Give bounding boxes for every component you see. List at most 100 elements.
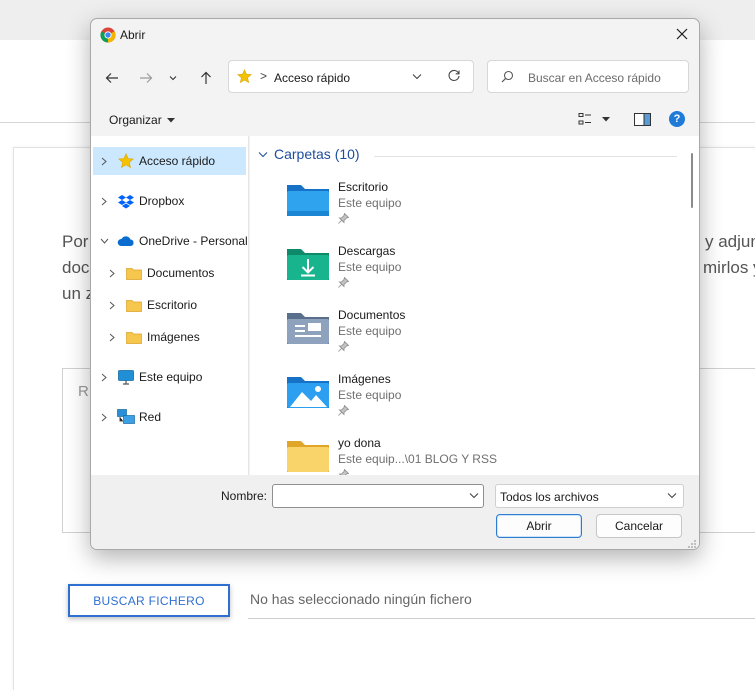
pin-icon — [338, 341, 349, 352]
file-status-underline — [248, 618, 755, 619]
nav-item-onedrive-desktop[interactable]: Escritorio — [105, 291, 197, 319]
dropbox-icon — [117, 193, 135, 209]
view-details-icon — [578, 113, 591, 125]
folder-item-documents[interactable]: Documentos Este equipo — [286, 306, 586, 364]
chevron-down-icon — [258, 151, 268, 157]
nav-item-network[interactable]: Red — [97, 403, 161, 431]
scrollbar-thumb[interactable] — [691, 153, 693, 208]
nav-item-label: Dropbox — [139, 194, 185, 208]
file-type-select[interactable]: Todos los archivos — [495, 484, 684, 508]
chevron-right-icon[interactable] — [97, 413, 111, 422]
chevron-right-icon[interactable] — [105, 269, 119, 278]
star-icon — [237, 69, 252, 84]
folder-icon — [125, 297, 143, 313]
chevron-right-icon[interactable] — [105, 333, 119, 342]
onedrive-icon — [117, 233, 135, 249]
vertical-scrollbar[interactable] — [684, 136, 699, 475]
folder-item-pictures[interactable]: Imágenes Este equipo — [286, 370, 586, 428]
back-button[interactable] — [100, 67, 124, 89]
forward-button[interactable] — [134, 67, 158, 89]
nav-item-onedrive[interactable]: OneDrive - Personal — [97, 227, 248, 255]
pictures-folder-icon — [287, 377, 329, 408]
nav-item-label: Acceso rápido — [139, 154, 216, 168]
folder-location: Este equip...\01 BLOG Y RSS — [338, 452, 497, 466]
search-box[interactable]: Buscar en Acceso rápido — [487, 60, 689, 93]
folder-name: Descargas — [338, 244, 396, 258]
up-button[interactable] — [194, 67, 218, 89]
nav-item-label: Este equipo — [139, 370, 203, 384]
search-icon — [501, 70, 514, 83]
folder-name: yo dona — [338, 436, 381, 450]
pin-icon — [338, 277, 349, 288]
desktop-folder-icon — [287, 185, 329, 216]
chevron-down-icon[interactable] — [97, 238, 111, 244]
folder-location: Este equipo — [338, 260, 402, 274]
paragraph-line-1-start: Por — [62, 232, 89, 251]
chevron-down-icon[interactable] — [469, 492, 479, 499]
nav-item-this-pc[interactable]: Este equipo — [97, 363, 202, 391]
filename-input[interactable] — [272, 484, 484, 508]
nav-item-dropbox[interactable]: Dropbox — [97, 187, 184, 215]
folder-name: Imágenes — [338, 372, 391, 386]
browse-file-button[interactable]: BUSCAR FICHERO — [68, 584, 230, 617]
chevron-right-icon[interactable] — [97, 157, 111, 166]
filename-label: Nombre: — [221, 489, 268, 503]
folder-location: Este equipo — [338, 388, 402, 402]
refresh-icon[interactable] — [447, 69, 461, 83]
folder-location: Este equipo — [338, 196, 402, 210]
folder-icon — [125, 329, 143, 345]
change-view-button[interactable] — [578, 112, 610, 126]
nav-item-label: Documentos — [147, 266, 215, 280]
breadcrumb-location[interactable]: Acceso rápido — [274, 71, 350, 85]
dialog-title: Abrir — [120, 28, 146, 42]
nav-item-onedrive-documents[interactable]: Documentos — [105, 259, 214, 287]
chevron-right-icon[interactable] — [105, 301, 119, 310]
nav-item-label: Red — [139, 410, 162, 424]
group-divider — [374, 156, 677, 157]
resize-grip-icon[interactable] — [687, 539, 697, 549]
nav-item-label: Escritorio — [147, 298, 198, 312]
nav-item-label: Imágenes — [147, 330, 200, 344]
star-icon — [117, 153, 135, 169]
folder-icon — [125, 265, 143, 281]
organize-button[interactable]: Organizar — [109, 113, 175, 127]
caret-down-icon — [166, 117, 175, 122]
pin-icon — [338, 213, 349, 224]
organize-label: Organizar — [109, 113, 162, 127]
pin-icon — [338, 405, 349, 416]
preview-pane-icon[interactable] — [634, 113, 651, 126]
help-button[interactable]: ? — [669, 111, 685, 127]
folder-item-desktop[interactable]: Escritorio Este equipo — [286, 178, 586, 236]
folder-location: Este equipo — [338, 324, 402, 338]
cancel-button[interactable]: Cancelar — [596, 514, 682, 538]
chrome-logo-icon — [100, 27, 116, 43]
open-button[interactable]: Abrir — [496, 514, 582, 538]
documents-folder-icon — [287, 313, 329, 344]
folders-group-label: Carpetas (10) — [274, 146, 360, 162]
file-type-value: Todos los archivos — [500, 490, 599, 504]
arrow-left-icon — [105, 73, 118, 83]
folder-name: Documentos — [338, 308, 406, 322]
paragraph-line-2-end: mirlos y — [703, 258, 755, 277]
chevron-down-icon[interactable] — [412, 73, 422, 80]
chevron-right-icon[interactable] — [97, 197, 111, 206]
chevron-right-icon[interactable] — [97, 373, 111, 382]
arrow-right-icon — [140, 73, 153, 83]
folder-name: Escritorio — [338, 180, 389, 194]
folder-icon — [287, 441, 329, 472]
computer-icon — [117, 369, 135, 385]
nav-item-quick-access[interactable]: Acceso rápido — [93, 147, 246, 175]
message-textarea-placeholder: R — [78, 383, 89, 400]
paragraph-line-2-start: doc — [62, 258, 90, 277]
nav-item-onedrive-pictures[interactable]: Imágenes — [105, 323, 200, 351]
folder-item-downloads[interactable]: Descargas Este equipo — [286, 242, 586, 300]
recent-locations-button[interactable] — [165, 67, 181, 89]
open-file-dialog: Abrir > Acceso rápido Buscar en Acceso r… — [90, 18, 700, 550]
folder-item-yo-dona[interactable]: yo dona Este equip...\01 BLOG Y RSS — [286, 434, 586, 475]
address-bar[interactable]: > Acceso rápido — [228, 60, 474, 93]
file-list: Carpetas (10) Escritorio Este equipo Des… — [250, 136, 684, 475]
close-button[interactable] — [665, 19, 699, 49]
network-icon — [117, 409, 135, 425]
paragraph-line-1-end: y adjunta — [705, 232, 755, 251]
folders-group-header[interactable]: Carpetas (10) — [258, 146, 360, 162]
